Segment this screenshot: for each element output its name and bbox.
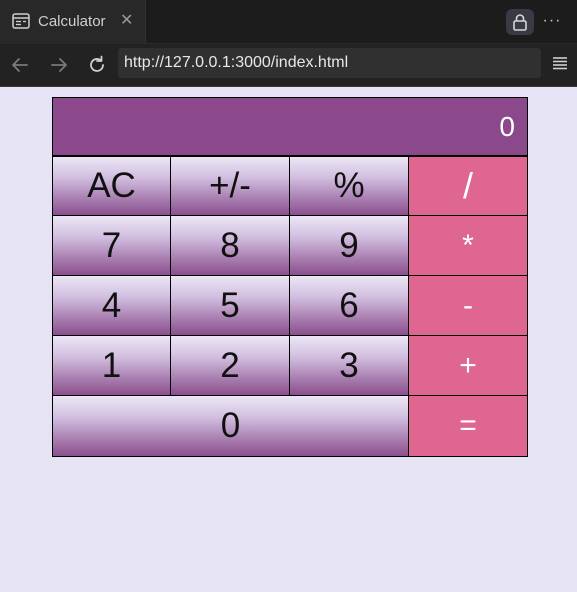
digit-9-button[interactable]: 9 [289, 215, 409, 276]
digit-0-button[interactable]: 0 [52, 395, 409, 457]
lock-button[interactable] [506, 9, 534, 35]
digit-1-button[interactable]: 1 [52, 335, 171, 396]
display-value: 0 [499, 111, 515, 142]
hamburger-menu-icon [553, 57, 567, 70]
arrow-left-icon [12, 58, 28, 72]
digit-6-button[interactable]: 6 [289, 275, 409, 336]
menu-button[interactable] [551, 55, 569, 71]
lock-icon [513, 14, 527, 31]
forward-button[interactable] [47, 53, 71, 77]
reload-button[interactable] [85, 53, 109, 77]
tab-title: Calculator [38, 13, 106, 30]
calculator-display: 0 [52, 97, 528, 156]
digit-7-button[interactable]: 7 [52, 215, 171, 276]
equals-button[interactable]: = [408, 395, 528, 457]
subtract-button[interactable]: - [408, 275, 528, 336]
reload-icon [90, 55, 104, 72]
add-button[interactable]: + [408, 335, 528, 396]
multiply-button[interactable]: * [408, 215, 528, 276]
tab-bar: Calculator ✕ ··· [0, 0, 577, 44]
more-options-button[interactable]: ··· [541, 9, 563, 33]
digit-5-button[interactable]: 5 [170, 275, 290, 336]
page-icon [12, 13, 30, 29]
sign-toggle-button[interactable]: +/- [170, 156, 290, 216]
calculator: 0 AC +/- % / 7 8 9 * 4 5 6 - 1 2 3 + 0 = [52, 97, 528, 457]
address-bar[interactable]: http://127.0.0.1:3000/index.html [118, 48, 541, 78]
back-button[interactable] [8, 53, 32, 77]
digit-3-button[interactable]: 3 [289, 335, 409, 396]
digit-2-button[interactable]: 2 [170, 335, 290, 396]
digit-8-button[interactable]: 8 [170, 215, 290, 276]
percent-button[interactable]: % [289, 156, 409, 216]
close-icon[interactable]: ✕ [120, 12, 133, 30]
tab-calculator[interactable]: Calculator ✕ [0, 0, 146, 43]
digit-4-button[interactable]: 4 [52, 275, 171, 336]
url-text: http://127.0.0.1:3000/index.html [124, 54, 349, 71]
divide-button[interactable]: / [408, 156, 528, 216]
clear-button[interactable]: AC [52, 156, 171, 216]
arrow-right-icon [51, 58, 67, 72]
